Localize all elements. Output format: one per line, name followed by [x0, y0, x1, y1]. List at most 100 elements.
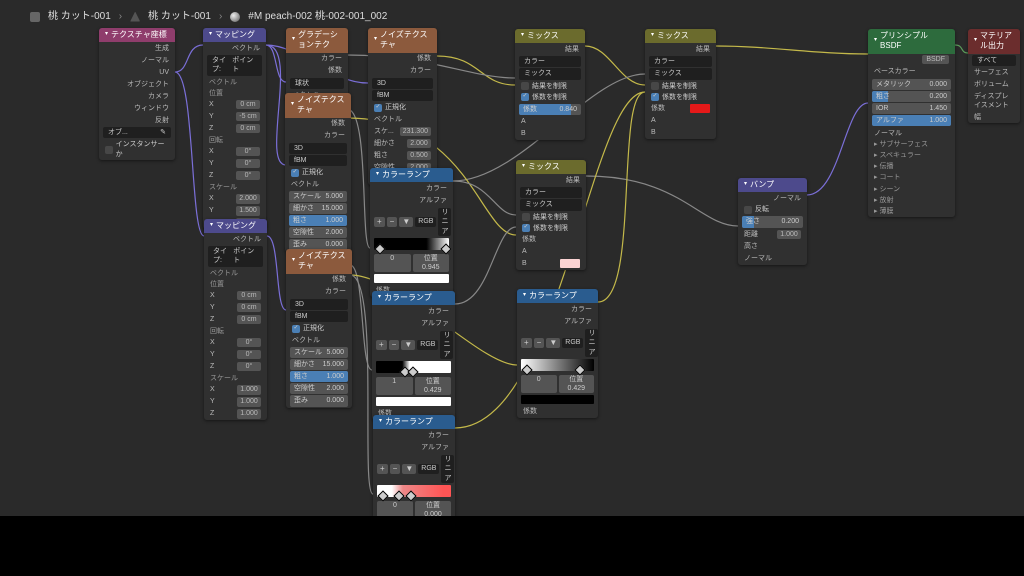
rough[interactable]: 粗さ1.000	[290, 371, 348, 382]
clamp-result[interactable]: 結果を制限	[516, 212, 586, 223]
strength[interactable]: 強さ0.200	[742, 216, 803, 227]
node-principled-bsdf[interactable]: ▾プリンシプルBSDF BSDF ベースカラー メタリック0.000 粗さ0.2…	[868, 29, 955, 217]
in-vector[interactable]: ベクトル	[285, 178, 351, 190]
in-normal[interactable]: ノーマル	[868, 127, 955, 139]
lacunarity[interactable]: 空隙性2.000	[289, 227, 347, 238]
out-normal[interactable]: ノーマル	[99, 54, 175, 66]
sec-subsurface[interactable]: ▸ サブサーフェス	[868, 139, 955, 150]
out-normal[interactable]: ノーマル	[738, 192, 807, 204]
rot-z[interactable]: Z0°	[203, 170, 266, 182]
node-header[interactable]: ▾ミックス	[645, 29, 716, 43]
factor-slider[interactable]: 係数0.840	[519, 104, 581, 115]
in-vector[interactable]: ベクトル	[286, 334, 352, 346]
node-header[interactable]: ▾バンプ	[738, 178, 807, 192]
out-color[interactable]: カラー	[517, 303, 598, 315]
ramp-swatch[interactable]	[521, 395, 594, 404]
node-mapping-1[interactable]: ▾マッピング ベクトル タイプ:ポイント ベクトル 位置 X0 cm Y-5 c…	[203, 28, 266, 229]
out-vector[interactable]: ベクトル	[203, 42, 266, 54]
ramp-ops[interactable]: +−▼RGBリニア	[377, 455, 451, 482]
type-drop[interactable]: タイプ:ポイント	[207, 55, 262, 75]
detail[interactable]: 細かさ2.000	[368, 137, 437, 149]
clamp-result[interactable]: 結果を制限	[645, 81, 716, 92]
node-header[interactable]: ▾マテリアル出力	[968, 29, 1020, 54]
scale-x[interactable]: X2.000	[203, 193, 266, 205]
dim-drop[interactable]: 3D	[290, 299, 348, 310]
node-color-ramp-3[interactable]: ▾カラーランプ カラー アルファ +−▼RGBリニア 0位置 0.429 係数	[517, 289, 598, 418]
node-header[interactable]: ▾ノイズテクスチャ	[286, 249, 352, 274]
node-mapping-2[interactable]: ▾マッピング ベクトル タイプ:ポイント ベクトル 位置 X0 cm Y0 cm…	[204, 219, 267, 420]
node-mix-1[interactable]: ▾ミックス 結果 カラー ミックス 結果を制限 ✓係数を制限 係数0.840 A…	[515, 29, 585, 140]
gradient-type[interactable]: 球状	[290, 78, 344, 89]
out-vector[interactable]: ベクトル	[204, 233, 267, 245]
node-header[interactable]: ▾カラーランプ	[517, 289, 598, 303]
ramp-ops[interactable]: +−▼RGBリニア	[521, 329, 594, 356]
sec-coat[interactable]: ▸ コート	[868, 172, 955, 183]
lacunarity[interactable]: 空隙性2.000	[290, 383, 348, 394]
loc-z[interactable]: Z0 cm	[203, 123, 266, 135]
in-a[interactable]: A	[645, 115, 716, 127]
in-fac[interactable]: 係数	[645, 103, 716, 115]
scale[interactable]: スケール5.000	[290, 347, 348, 358]
in-vector[interactable]: ベクトル	[368, 113, 437, 125]
sec-emission[interactable]: ▸ 放射	[868, 195, 955, 206]
target-drop[interactable]: すべて	[972, 55, 1016, 66]
out-window[interactable]: ウィンドウ	[99, 102, 175, 114]
rot-y[interactable]: Y0°	[204, 349, 267, 361]
loc-y[interactable]: Y0 cm	[204, 302, 267, 314]
clamp-factor[interactable]: ✓係数を制限	[516, 223, 586, 234]
roughness[interactable]: 粗さ0.200	[872, 91, 951, 102]
out-alpha[interactable]: アルファ	[370, 194, 453, 206]
node-mix-3[interactable]: ▾ミックス 結果 カラー ミックス 結果を制限 ✓係数を制限 係数 A B	[645, 29, 716, 139]
out-uv[interactable]: UV	[99, 66, 175, 78]
out-color[interactable]: カラー	[373, 429, 455, 441]
rough[interactable]: 粗さ0.500	[368, 149, 437, 161]
node-header[interactable]: ▾ノイズテクスチャ	[285, 93, 351, 118]
ramp-swatch[interactable]	[374, 274, 449, 283]
scale-y[interactable]: Y1.000	[204, 396, 267, 408]
in-thickness[interactable]: 幅	[968, 111, 1020, 123]
metallic[interactable]: メタリック0.000	[872, 79, 951, 90]
node-header[interactable]: ▾マッピング	[203, 28, 266, 42]
out-color[interactable]: カラー	[372, 305, 455, 317]
from-instancer-check[interactable]: インスタンサーか	[99, 139, 175, 159]
node-gradient-texture[interactable]: ▾グラデーションテク カラー 係数 球状 ベクトル	[286, 28, 348, 102]
ior[interactable]: IOR1.450	[872, 103, 951, 114]
blend-mode[interactable]: ミックス	[649, 68, 712, 79]
fbm-drop[interactable]: fBM	[289, 155, 347, 166]
node-header[interactable]: ▾マッピング	[204, 219, 267, 233]
out-reflection[interactable]: 反射	[99, 114, 175, 126]
loc-x[interactable]: X0 cm	[203, 99, 266, 111]
distortion[interactable]: 歪み0.000	[290, 395, 348, 406]
in-displacement[interactable]: ディスプレイスメント	[968, 91, 1020, 111]
blend-mode[interactable]: ミックス	[520, 199, 582, 210]
ramp-bar[interactable]	[377, 485, 451, 497]
node-header[interactable]: ▾カラーランプ	[373, 415, 455, 429]
in-a[interactable]: A	[516, 246, 586, 258]
node-header[interactable]: ▾グラデーションテク	[286, 28, 348, 53]
out-bsdf[interactable]: BSDF	[868, 54, 955, 66]
ramp-bar[interactable]	[374, 238, 449, 250]
in-a[interactable]: A	[515, 116, 585, 128]
out-color[interactable]: カラー	[368, 65, 437, 77]
scale-z[interactable]: Z1.000	[204, 408, 267, 420]
scale-x[interactable]: X1.000	[204, 384, 267, 396]
node-header[interactable]: ▾カラーランプ	[370, 168, 453, 182]
node-header[interactable]: ▾ノイズテクスチャ	[368, 28, 437, 53]
invert-check[interactable]: 反転	[738, 204, 807, 215]
sec-transmission[interactable]: ▸ 伝播	[868, 161, 955, 172]
in-b[interactable]: B	[645, 127, 716, 139]
in-height[interactable]: 高さ	[738, 241, 807, 253]
rot-x[interactable]: X0°	[203, 146, 266, 158]
out-camera[interactable]: カメラ	[99, 90, 175, 102]
sec-specular[interactable]: ▸ スペキュラー	[868, 150, 955, 161]
loc-y[interactable]: Y-5 cm	[203, 111, 266, 123]
node-material-output[interactable]: ▾マテリアル出力 すべて サーフェス ボリューム ディスプレイスメント 幅	[968, 29, 1020, 123]
type-drop[interactable]: タイプ:ポイント	[208, 246, 263, 266]
out-alpha[interactable]: アルファ	[373, 441, 455, 453]
detail[interactable]: 細かさ15.000	[290, 359, 348, 370]
normalize-check[interactable]: ✓正規化	[286, 323, 352, 334]
ramp-swatch[interactable]	[376, 397, 451, 406]
scale[interactable]: スケール5.000	[289, 191, 347, 202]
data-type[interactable]: カラー	[649, 56, 712, 67]
rot-y[interactable]: Y0°	[203, 158, 266, 170]
